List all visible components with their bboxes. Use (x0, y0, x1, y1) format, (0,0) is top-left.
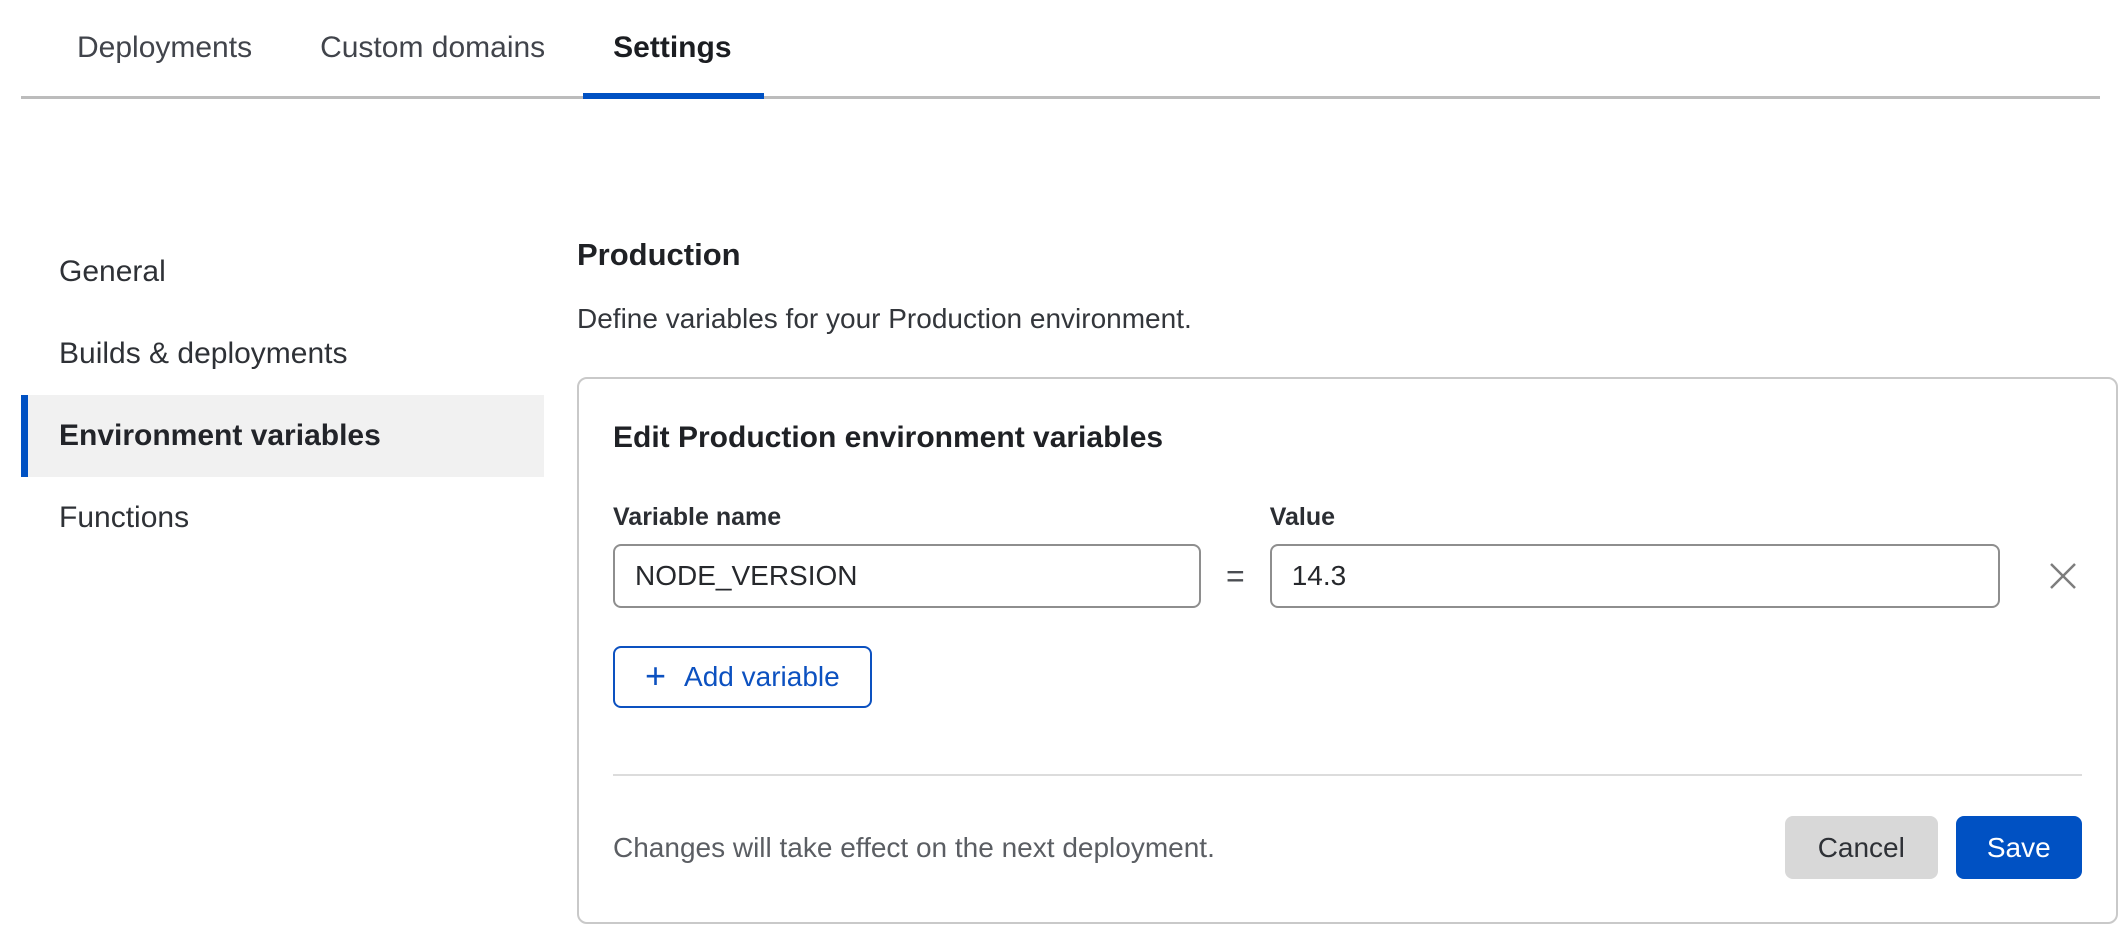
tab-settings[interactable]: Settings (613, 0, 731, 96)
page-title: Production (577, 237, 2118, 273)
variable-value-field-group: Value (1270, 503, 2000, 608)
variable-name-label: Variable name (613, 503, 1201, 532)
sidebar-item-general[interactable]: General (21, 231, 544, 313)
project-tab-bar: Deployments Custom domains Settings (21, 0, 2100, 99)
add-variable-label: Add variable (684, 661, 840, 693)
remove-variable-button[interactable] (2044, 544, 2082, 608)
card-divider (613, 774, 2082, 776)
sidebar-item-functions[interactable]: Functions (21, 477, 544, 559)
settings-main: Production Define variables for your Pro… (577, 231, 2118, 924)
variable-name-field-group: Variable name (613, 503, 1201, 608)
settings-sidebar: General Builds & deployments Environment… (21, 231, 544, 559)
cancel-button[interactable]: Cancel (1785, 816, 1938, 879)
sidebar-item-environment-variables[interactable]: Environment variables (21, 395, 544, 477)
env-variables-card: Edit Production environment variables Va… (577, 377, 2118, 924)
equals-sign: = (1226, 544, 1245, 608)
save-button[interactable]: Save (1956, 816, 2082, 879)
card-title: Edit Production environment variables (613, 421, 2082, 455)
section-description: Define variables for your Production env… (577, 303, 2118, 335)
variable-value-label: Value (1270, 503, 2000, 532)
variable-value-input[interactable] (1270, 544, 2000, 608)
footer-actions: Cancel Save (1785, 816, 2082, 879)
variable-row: Variable name = Value (613, 503, 2082, 608)
variable-name-input[interactable] (613, 544, 1201, 608)
x-icon (2044, 557, 2082, 595)
sidebar-item-builds-deployments[interactable]: Builds & deployments (21, 313, 544, 395)
settings-layout: General Builds & deployments Environment… (0, 231, 2121, 924)
card-footer: Changes will take effect on the next dep… (613, 816, 2082, 879)
tab-custom-domains[interactable]: Custom domains (320, 0, 545, 96)
add-variable-button[interactable]: + Add variable (613, 646, 872, 708)
tab-deployments[interactable]: Deployments (77, 0, 252, 96)
footer-note: Changes will take effect on the next dep… (613, 832, 1215, 864)
plus-icon: + (645, 658, 666, 694)
